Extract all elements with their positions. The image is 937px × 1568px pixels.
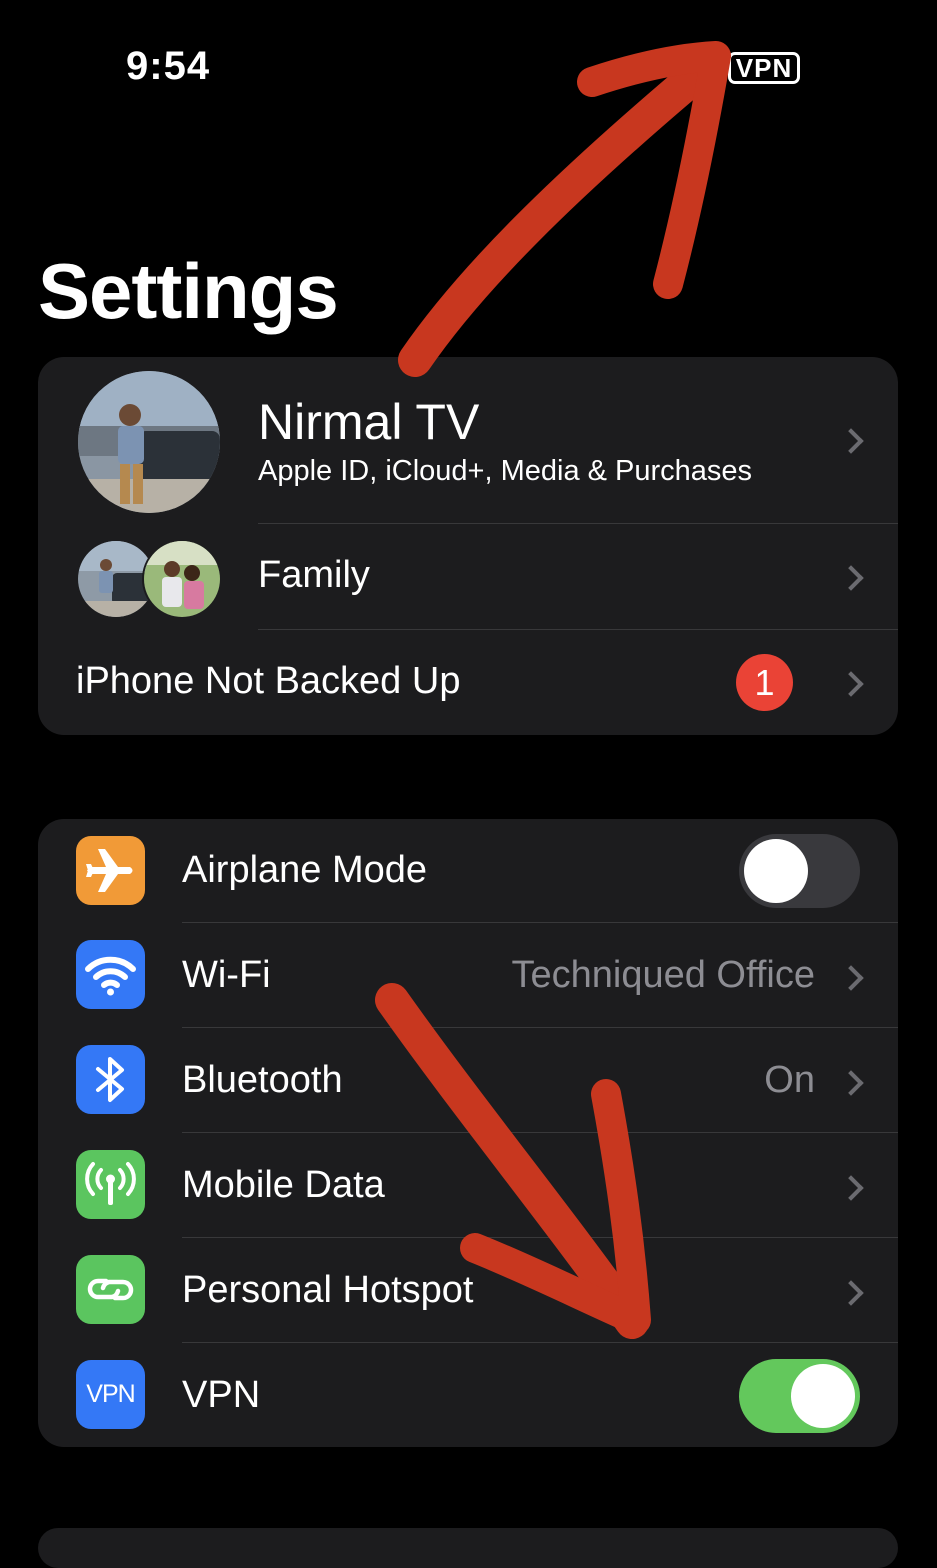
bluetooth-label: Bluetooth <box>182 1059 343 1101</box>
vpn-icon: VPN <box>76 1360 145 1429</box>
bluetooth-value: On <box>764 1059 815 1101</box>
airplane-icon <box>76 836 145 905</box>
profile-name: Nirmal TV <box>258 394 480 450</box>
family-label: Family <box>258 554 370 596</box>
bluetooth-row[interactable]: Bluetooth On <box>38 1028 898 1133</box>
notification-badge: 1 <box>736 654 793 711</box>
chevron-right-icon <box>838 565 864 591</box>
wifi-icon <box>76 940 145 1009</box>
chevron-right-icon <box>838 1175 864 1201</box>
backup-label: iPhone Not Backed Up <box>76 660 461 702</box>
chevron-right-icon <box>838 671 864 697</box>
chevron-right-icon <box>838 428 864 454</box>
vpn-status-indicator: VPN <box>728 52 800 84</box>
toggle-knob <box>744 839 808 903</box>
personal-hotspot-label: Personal Hotspot <box>182 1269 474 1311</box>
profile-avatar <box>78 371 220 513</box>
hotspot-icon <box>76 1255 145 1324</box>
toggle-knob <box>791 1364 855 1428</box>
family-avatar-2 <box>142 539 222 619</box>
backup-row[interactable]: iPhone Not Backed Up 1 <box>38 630 898 735</box>
profile-subtitle: Apple ID, iCloud+, Media & Purchases <box>258 455 753 487</box>
wifi-network-value: Techniqued Office <box>511 954 816 996</box>
annotation-arrow-up-head <box>577 41 731 299</box>
airplane-mode-toggle[interactable] <box>739 834 860 908</box>
vpn-label: VPN <box>182 1374 261 1416</box>
personal-hotspot-row[interactable]: Personal Hotspot <box>38 1238 898 1343</box>
family-row[interactable]: Family <box>38 524 898 629</box>
airplane-mode-row: Airplane Mode <box>38 819 898 923</box>
vpn-row: VPN VPN <box>38 1343 898 1447</box>
mobile-data-row[interactable]: Mobile Data <box>38 1133 898 1238</box>
airplane-mode-label: Airplane Mode <box>182 849 428 891</box>
next-group-edge <box>38 1528 898 1568</box>
apple-id-row[interactable]: Nirmal TV Apple ID, iCloud+, Media & Pur… <box>38 357 898 523</box>
bluetooth-icon <box>76 1045 145 1114</box>
antenna-icon <box>76 1150 145 1219</box>
vpn-toggle[interactable] <box>739 1359 860 1433</box>
annotation-arrow-up-shaft <box>398 55 717 377</box>
mobile-data-label: Mobile Data <box>182 1164 385 1206</box>
connectivity-group: Airplane Mode Wi-Fi Techniqued Office Bl… <box>38 819 898 1447</box>
status-time: 9:54 <box>126 44 211 88</box>
page-title: Settings <box>38 247 339 335</box>
chevron-right-icon <box>838 1280 864 1306</box>
wifi-label: Wi-Fi <box>182 954 271 996</box>
chevron-right-icon <box>838 965 864 991</box>
wifi-row[interactable]: Wi-Fi Techniqued Office <box>38 923 898 1028</box>
account-group: Nirmal TV Apple ID, iCloud+, Media & Pur… <box>38 357 898 735</box>
chevron-right-icon <box>838 1070 864 1096</box>
